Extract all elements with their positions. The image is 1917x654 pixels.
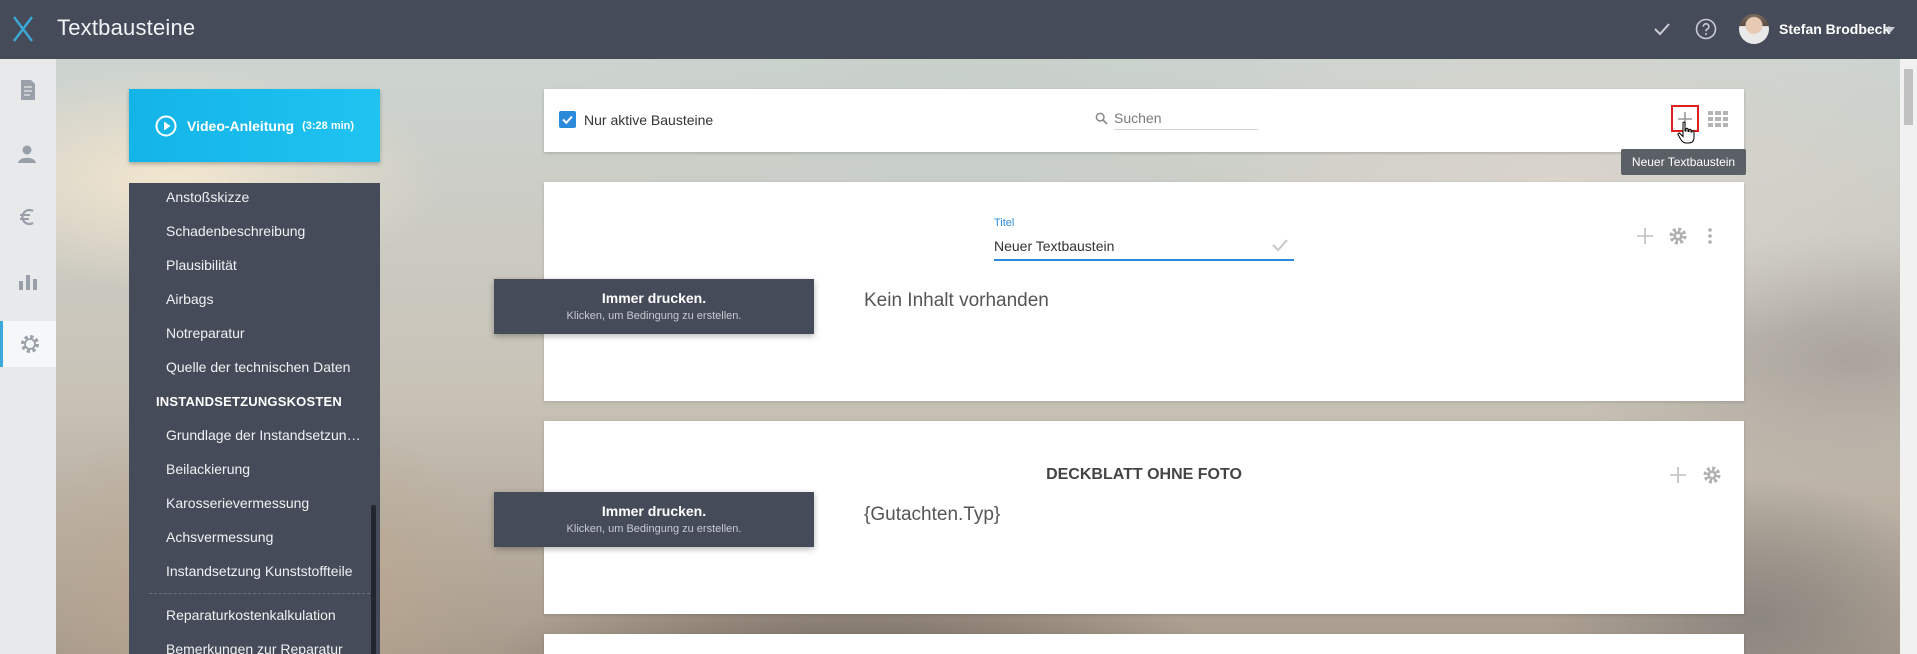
condition-hint: Klicken, um Bedingung zu erstellen. — [566, 523, 742, 535]
sidebar: Anstoßskizze Schadenbeschreibung Plausib… — [129, 183, 380, 654]
hand-cursor-icon — [1677, 121, 1695, 144]
page-title: Textbausteine — [57, 15, 196, 40]
top-bar: Textbausteine Stefan Brodbeck — [0, 0, 1917, 59]
scrollbar-thumb[interactable] — [1904, 69, 1913, 125]
page-scrollbar[interactable] — [1900, 59, 1917, 654]
rail-item-statistics[interactable] — [0, 258, 56, 304]
user-name[interactable]: Stefan Brodbeck — [1779, 21, 1890, 37]
sidebar-item[interactable]: Plausibilität — [166, 257, 372, 273]
card-title[interactable]: DECKBLATT OHNE FOTO — [544, 466, 1744, 484]
sidebar-section-header[interactable]: INSTANDSETZUNGSKOSTEN — [156, 394, 342, 409]
chevron-down-icon[interactable] — [1885, 27, 1895, 33]
sidebar-item[interactable]: Grundlage der Instandsetzun… — [166, 427, 372, 443]
search-icon — [1095, 112, 1108, 125]
print-condition-button[interactable]: Immer drucken. Klicken, um Bedingung zu … — [494, 492, 814, 547]
filter-toolbar: Nur aktive Bausteine — [544, 89, 1744, 152]
gear-icon[interactable] — [1668, 226, 1688, 246]
contacts-icon — [18, 145, 36, 163]
card-content[interactable]: {Gutachten.Typ} — [864, 504, 1000, 526]
video-tutorial-button[interactable]: Video-Anleitung (3:28 min) — [129, 89, 380, 162]
text-block-card — [544, 634, 1744, 654]
confirm-check-icon[interactable] — [1271, 237, 1289, 253]
empty-content-text[interactable]: Kein Inhalt vorhanden — [864, 290, 1049, 312]
document-icon — [21, 80, 35, 100]
rail-item-documents[interactable] — [0, 67, 56, 113]
avatar[interactable] — [1739, 14, 1769, 44]
checkmark-icon — [562, 115, 573, 125]
sidebar-divider — [149, 593, 370, 594]
sidebar-item[interactable]: Beilackierung — [166, 461, 372, 477]
sidebar-item[interactable]: Anstoßskizze — [166, 189, 372, 205]
rail-item-settings[interactable] — [0, 321, 56, 367]
plus-icon[interactable] — [1635, 226, 1655, 246]
rail-item-contacts[interactable] — [0, 131, 56, 177]
print-condition-button[interactable]: Immer drucken. Klicken, um Bedingung zu … — [494, 279, 814, 334]
title-field-label: Titel — [994, 217, 1015, 229]
help-icon[interactable] — [1695, 18, 1717, 40]
sidebar-item[interactable]: Karosserievermessung — [166, 495, 372, 511]
play-icon — [155, 115, 177, 136]
gear-icon[interactable] — [1702, 465, 1722, 485]
video-label: Video-Anleitung — [187, 117, 295, 134]
condition-title: Immer drucken. — [601, 503, 707, 519]
left-nav-rail — [0, 59, 56, 654]
grid-view-icon[interactable] — [1708, 110, 1728, 128]
app-logo-icon[interactable] — [12, 13, 34, 45]
bar-chart-icon — [19, 275, 37, 290]
title-input[interactable] — [994, 233, 1294, 261]
sidebar-item[interactable]: Quelle der technischen Daten — [166, 359, 372, 375]
sidebar-scrollbar[interactable] — [371, 505, 376, 654]
rail-item-invoices[interactable] — [0, 194, 56, 240]
sidebar-item[interactable]: Reparaturkostenkalkulation — [166, 607, 372, 623]
more-vertical-icon[interactable] — [1700, 226, 1720, 246]
check-icon[interactable] — [1652, 19, 1672, 39]
condition-hint: Klicken, um Bedingung zu erstellen. — [566, 310, 742, 322]
sidebar-item[interactable]: Achsvermessung — [166, 529, 372, 545]
video-duration: (3:28 min) — [302, 119, 355, 132]
search-input[interactable] — [1114, 106, 1258, 130]
sidebar-item[interactable]: Bemerkungen zur Reparatur — [166, 641, 372, 654]
sidebar-item[interactable]: Notreparatur — [166, 325, 372, 341]
only-active-checkbox[interactable] — [559, 111, 576, 128]
gear-icon — [20, 335, 39, 353]
only-active-label[interactable]: Nur aktive Bausteine — [584, 112, 713, 128]
add-tooltip: Neuer Textbaustein — [1621, 149, 1746, 175]
sidebar-item[interactable]: Instandsetzung Kunststoffteile — [166, 563, 372, 579]
plus-icon[interactable] — [1668, 465, 1688, 485]
condition-title: Immer drucken. — [601, 290, 707, 306]
euro-icon — [20, 208, 34, 226]
sidebar-item[interactable]: Airbags — [166, 291, 372, 307]
sidebar-item[interactable]: Schadenbeschreibung — [166, 223, 372, 239]
